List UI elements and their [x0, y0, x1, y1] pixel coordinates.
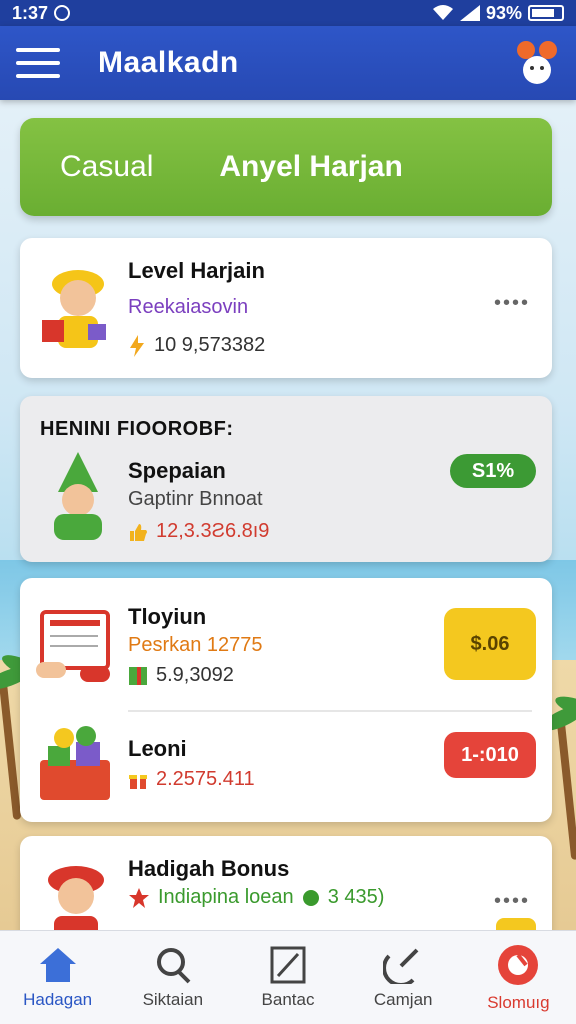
card-subtitle: Indiapina loean: [158, 886, 294, 908]
nav-item-lifebuoy[interactable]: Slomuıg: [461, 931, 576, 1024]
notification-icon: [54, 5, 71, 21]
price-button[interactable]: $.06: [444, 608, 536, 680]
card-meta: 10 9,573382: [128, 334, 265, 357]
card-title: Tloyiun: [128, 604, 207, 629]
card-meta-value: 10 9,573382: [154, 334, 266, 356]
card-subtitle: Reekaiasovin: [128, 296, 249, 318]
box-icon: [129, 666, 147, 685]
nav-label: Bantac: [261, 989, 315, 1009]
app-bar: Maalkadn: [0, 26, 576, 100]
home-icon: [39, 947, 76, 982]
bottom-navigation: Hadagan Siktaian Bantac Camjan Slomuıg: [0, 930, 576, 1024]
shop-row-tloyiun[interactable]: Tloyiun Pesrkan 12775 5.9,3092 $.06: [20, 578, 552, 708]
scroll-avatar-icon: [36, 610, 110, 682]
card-meta: Indiapina loean 3 435): [128, 886, 384, 909]
card-subtitle: Gaptinr Bnnoat: [128, 488, 263, 510]
card-meta: 12,3.3Ƨ6.8ı9: [128, 520, 269, 543]
card-title: Level Harjain: [128, 258, 265, 283]
satellite-icon: [383, 948, 419, 984]
search-icon: [156, 947, 191, 983]
nav-item-home[interactable]: Hadagan: [0, 931, 115, 1024]
card-subtitle: Pesrkan 12775: [128, 634, 263, 656]
hamburger-menu-icon[interactable]: [16, 48, 60, 78]
nav-label: Hadagan: [23, 989, 93, 1009]
nav-item-edit[interactable]: Bantac: [230, 931, 345, 1024]
palm-tree-right: [536, 680, 576, 861]
signal-icon: [459, 5, 480, 21]
section-header: HENINI FIOOROBF:: [40, 418, 234, 440]
tab-casual[interactable]: Casual: [60, 150, 153, 184]
bonus-amount: 3 435): [327, 886, 385, 908]
wifi-icon: [432, 5, 453, 20]
elf-avatar-icon: [54, 452, 102, 540]
category-banner: Casual Anyel Harjan: [20, 118, 552, 216]
app-title: Maalkadn: [98, 46, 239, 79]
lightning-icon: [130, 334, 144, 357]
gift-boxes-icon: [40, 726, 110, 800]
more-options-icon[interactable]: ••••: [494, 890, 530, 913]
nav-item-search[interactable]: Siktaian: [115, 931, 230, 1024]
card-meta-value: 2.2575.411: [156, 768, 255, 790]
shop-card: Tloyiun Pesrkan 12775 5.9,3092 $.06 Leon…: [20, 578, 552, 822]
card-title: Leoni: [128, 736, 187, 761]
status-bar: 1:37 93%: [0, 0, 576, 26]
nav-label: Siktaian: [142, 989, 204, 1009]
card-meta-value: 12,3.3Ƨ6.8ı9: [156, 520, 270, 542]
mascot-avatar-icon[interactable]: [514, 38, 560, 88]
tab-anyel-harjan[interactable]: Anyel Harjan: [219, 150, 402, 184]
shop-row-leoni[interactable]: Leoni 2.2575.411 1-:010: [20, 708, 552, 822]
promotion-card[interactable]: HENINI FIOOROBF: Spepaian Gaptinr Bnnoat…: [20, 396, 552, 562]
worker-avatar-icon: [42, 270, 106, 348]
lifebuoy-icon: [498, 944, 539, 985]
card-meta: 5.9,3092: [128, 664, 234, 687]
discount-badge[interactable]: S1%: [450, 454, 536, 488]
card-meta: 2.2575.411: [128, 768, 255, 791]
more-options-icon[interactable]: ••••: [494, 292, 530, 315]
card-meta-value: 5.9,3092: [156, 664, 234, 686]
gift-icon: [129, 774, 147, 789]
thumbs-up-icon: [130, 523, 147, 541]
level-card[interactable]: Level Harjain Reekaiasovin 10 9,573382 •…: [20, 238, 552, 378]
card-title: Hadigah Bonus: [128, 856, 290, 881]
battery-icon: [528, 5, 564, 21]
card-title: Spepaian: [128, 458, 226, 483]
nav-label: Slomuıg: [487, 992, 550, 1012]
price-button[interactable]: 1-:010: [444, 732, 536, 778]
nav-item-satellite[interactable]: Camjan: [346, 931, 461, 1024]
nav-label: Camjan: [373, 989, 433, 1009]
status-time: 1:37: [12, 2, 49, 23]
battery-percent: 93%: [485, 2, 522, 23]
star-icon: [129, 887, 149, 908]
edit-icon: [270, 946, 306, 983]
coin-icon: [302, 889, 319, 906]
